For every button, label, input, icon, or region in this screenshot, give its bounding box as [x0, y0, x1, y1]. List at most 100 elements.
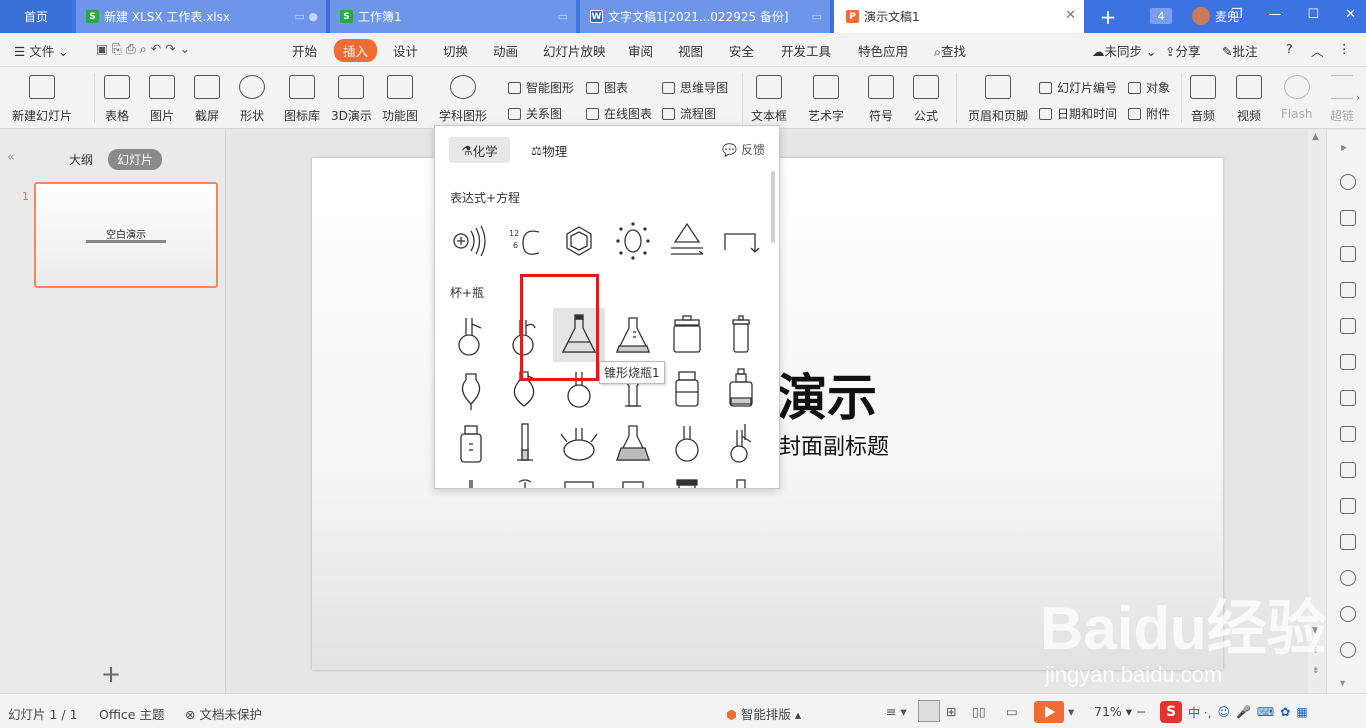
reagent-jar-shape[interactable] [663, 310, 711, 360]
collapse-panel-icon[interactable]: « [7, 150, 15, 165]
ribbon-scroll-right-icon[interactable]: › [1356, 91, 1360, 104]
slide-number-button[interactable]: 幻灯片编号 [1039, 79, 1117, 96]
round-flask-stopper-shape[interactable] [501, 310, 549, 360]
conical-flask-shape[interactable] [553, 308, 605, 362]
tab-presentation[interactable]: P 演示文稿1 ✕ [834, 0, 1084, 33]
archive-icon[interactable] [1340, 462, 1356, 478]
flash-button[interactable]: Flash [1281, 75, 1312, 121]
ime-logo-icon[interactable]: S [1160, 701, 1182, 723]
tab-workbook[interactable]: S 工作簿1 ▭ [330, 0, 576, 33]
shape-button[interactable]: 形状 [239, 75, 265, 124]
presenter-view-icon[interactable]: ▭ [1006, 704, 1018, 719]
ime-mode-indicator[interactable]: 中 ·, [1188, 704, 1211, 721]
bar-chart-icon[interactable] [1340, 318, 1356, 334]
dropper-bottle-shape[interactable] [717, 364, 765, 414]
sync-status[interactable]: ☁未同步 ⌄ [1092, 41, 1156, 60]
tab-physics[interactable]: ⚖ 物理 [531, 137, 567, 163]
icon-library-button[interactable]: 图标库 [284, 75, 320, 124]
next-slide-icon[interactable]: ⇟ [1312, 666, 1320, 676]
benzene-ring-shape[interactable] [555, 216, 603, 266]
glassware-shape[interactable] [609, 472, 657, 488]
textbox-button[interactable]: 文本框 [751, 75, 787, 124]
slides-tab[interactable]: 幻灯片 [108, 149, 163, 170]
feedback-link[interactable]: 💬 反馈 [722, 141, 765, 158]
new-slide-button[interactable]: 新建幻灯片 [12, 75, 72, 124]
comment-button[interactable]: ✎批注 [1222, 41, 1258, 60]
glassware-shape[interactable] [501, 472, 549, 488]
sorter-view-icon[interactable]: ⊞ [946, 704, 956, 719]
mindmap-button[interactable]: 思维导图 [662, 79, 728, 96]
menu-item[interactable]: 安全 [729, 41, 754, 60]
menu-item[interactable]: 特色应用 [858, 41, 908, 60]
glassware-shape[interactable] [555, 472, 603, 488]
tab-document[interactable]: W 文字文稿1[2021...022925 备份] ▭ [580, 0, 830, 33]
glassware-shape[interactable] [663, 472, 711, 488]
evaporating-flask-shape[interactable] [555, 364, 603, 414]
theme-name[interactable]: Office 主题 [99, 704, 164, 723]
glassware-shape[interactable] [717, 472, 765, 488]
electron-dot-shape[interactable] [609, 216, 657, 266]
shield-icon[interactable] [1340, 570, 1356, 586]
function-chart-button[interactable]: 功能图 [382, 75, 418, 124]
help-icon[interactable] [1340, 642, 1356, 658]
menu-item[interactable]: 开始 [292, 41, 317, 60]
more-icon[interactable]: ⋮ [1338, 41, 1351, 56]
menu-item[interactable]: 动画 [493, 41, 518, 60]
tab-home[interactable]: 首页 [0, 0, 72, 33]
zoom-level[interactable]: 71% ▾ [1094, 704, 1132, 719]
three-neck-flask-shape[interactable] [555, 418, 603, 468]
screenshot-button[interactable]: 截屏 [194, 75, 220, 124]
sidebar-expand-icon[interactable]: ▸ [1341, 140, 1347, 154]
3d-demo-button[interactable]: 3D演示 [331, 75, 372, 124]
menu-item[interactable]: 设计 [393, 41, 418, 60]
scroll-up-icon[interactable]: ▲ [1312, 132, 1319, 142]
narrow-bottle-shape[interactable] [447, 418, 495, 468]
maximize-icon[interactable]: ☐ [1307, 7, 1319, 22]
isotope-carbon-shape[interactable]: 12 6 [501, 216, 549, 266]
quick-access-toolbar[interactable]: ▣ ⎘ ⎙ ⌕ ↶ ↷ ⌄ [96, 41, 190, 57]
grid-icon[interactable] [1340, 282, 1356, 298]
audio-button[interactable]: 音频 [1190, 75, 1216, 124]
protect-status[interactable]: ⊗ 文档未保护 [185, 704, 262, 723]
erlenmeyer-filled-shape[interactable] [609, 418, 657, 468]
pear-flask-shape[interactable] [501, 364, 549, 414]
header-footer-button[interactable]: 页眉和页脚 [968, 75, 1028, 124]
menu-item[interactable]: 审阅 [628, 41, 653, 60]
export-icon[interactable] [1340, 426, 1356, 442]
history-icon[interactable] [1340, 606, 1356, 622]
normal-view-icon[interactable] [918, 700, 940, 722]
formula-button[interactable]: 公式 [913, 75, 939, 124]
reaction-arrow-shape[interactable] [717, 216, 765, 266]
outline-tab[interactable]: 大纲 [69, 151, 93, 168]
collapse-ribbon-icon[interactable]: ︿ [1311, 41, 1324, 60]
table-button[interactable]: 表格 [104, 75, 130, 124]
graduated-conical-flask-shape[interactable] [609, 310, 657, 360]
tab-xlsx[interactable]: S 新建 XLSX 工作表.xlsx ▭ ● [76, 0, 326, 33]
tab-chemistry[interactable]: ⚗ 化学 [449, 137, 510, 163]
image-icon[interactable] [1340, 498, 1356, 514]
test-bottle-shape[interactable] [717, 310, 765, 360]
smart-shape-button[interactable]: 智能图形 [508, 79, 574, 96]
help-button[interactable]: ? [1286, 41, 1293, 56]
triangle-arrow-shape[interactable] [663, 216, 711, 266]
separatory-funnel-shape[interactable] [447, 364, 495, 414]
slide-title[interactable]: 演示 [777, 358, 877, 430]
menu-item[interactable]: 视图 [678, 41, 703, 60]
image-search-icon[interactable] [1340, 390, 1356, 406]
online-chart-button[interactable]: 在线图表 [586, 105, 652, 122]
close-icon[interactable]: ✕ [1065, 8, 1076, 23]
menu-item[interactable]: 开发工具 [781, 41, 831, 60]
microphone-icon[interactable]: 🎤 [1236, 705, 1251, 719]
keyboard-icon[interactable]: ⌨ [1257, 705, 1274, 719]
speaker-icon[interactable] [1340, 534, 1356, 550]
wordart-button[interactable]: 艺术字 [808, 75, 844, 124]
skin-icon[interactable]: ✿ [1280, 705, 1290, 719]
video-button[interactable]: 视频 [1236, 75, 1262, 124]
emoji-icon[interactable]: ☺ [1217, 705, 1230, 719]
slide-subtitle[interactable]: 封面副标题 [779, 429, 889, 461]
object-button[interactable]: 对象 [1128, 79, 1170, 96]
picture-button[interactable]: 图片 [149, 75, 175, 124]
dropdown-scrollbar[interactable] [771, 171, 775, 243]
tools-icon[interactable]: ▦ [1296, 705, 1307, 719]
relation-chart-button[interactable]: 关系图 [508, 105, 562, 122]
